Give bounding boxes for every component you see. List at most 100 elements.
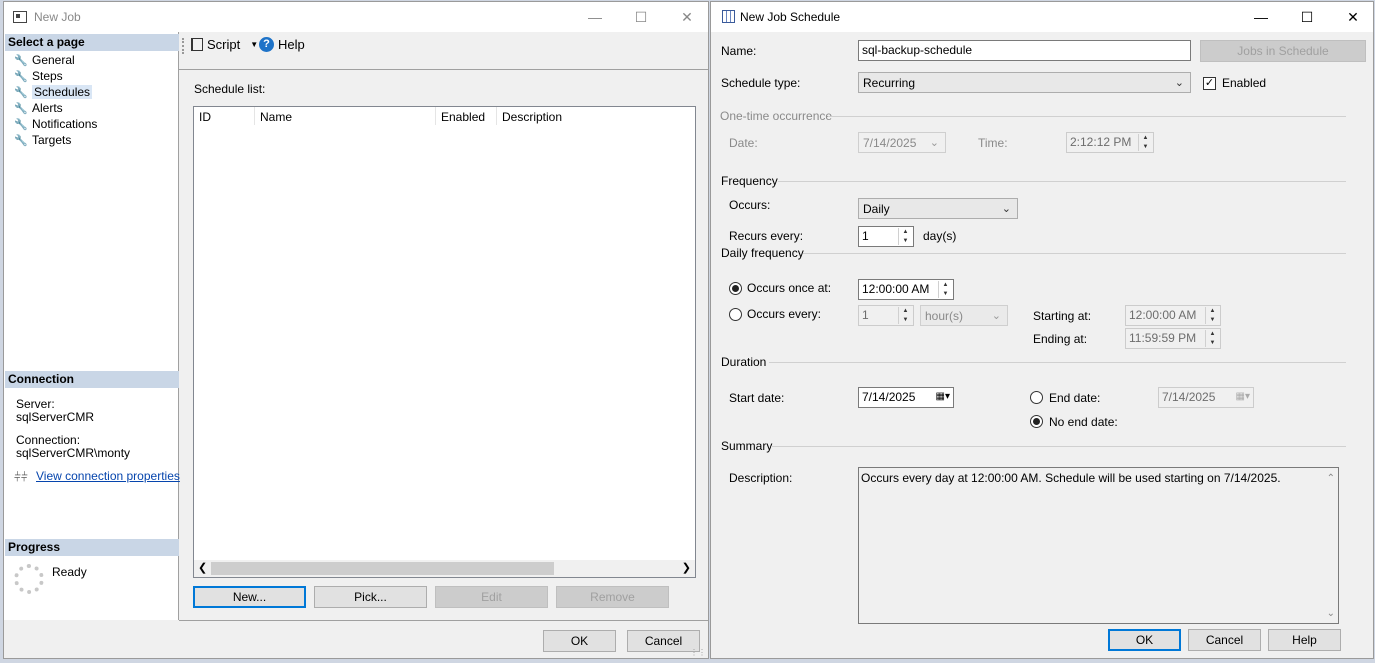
occurs-once-radio[interactable] (729, 282, 742, 295)
column-header-id[interactable]: ID (199, 110, 211, 124)
one-time-date-value: 7/14/2025 (863, 136, 917, 150)
occurs-every-label: Occurs every: (747, 307, 822, 321)
schedule-type-select[interactable]: Recurring ⌄ (858, 72, 1191, 93)
column-divider (435, 107, 436, 125)
minimize-icon[interactable]: — (572, 2, 618, 32)
end-date-radio[interactable] (1030, 391, 1043, 404)
frequency-header: Frequency (721, 174, 778, 188)
calendar-dropdown-icon[interactable]: ▦▾ (1236, 391, 1250, 402)
frequency-divider (778, 181, 1346, 182)
one-time-time-value: 2:12:12 PM (1070, 135, 1132, 149)
nav-item-notifications[interactable]: 🔧 Notifications (14, 117, 97, 131)
chevron-down-icon: ⌄ (1001, 203, 1011, 215)
minimize-icon[interactable]: — (1238, 2, 1284, 32)
scrollbar-thumb[interactable] (211, 562, 554, 575)
wrench-icon: 🔧 (14, 86, 28, 99)
time-spinner-icon[interactable]: ▲ ▼ (1138, 134, 1152, 151)
resize-grip-icon[interactable]: ⋮⋮ (690, 648, 706, 657)
column-header-description[interactable]: Description (502, 110, 562, 124)
horizontal-scrollbar[interactable]: ❮ ❯ (194, 560, 695, 577)
nav-item-alerts[interactable]: 🔧 Alerts (14, 101, 63, 115)
no-end-date-radio[interactable] (1030, 415, 1043, 428)
occurs-every-value: 1 (862, 308, 869, 322)
help-button[interactable]: ? Help (259, 37, 305, 52)
description-textarea[interactable]: Occurs every day at 12:00:00 AM. Schedul… (858, 467, 1339, 624)
starting-at-input[interactable]: 12:00:00 AM ▲ ▼ (1125, 305, 1221, 326)
occurs-every-input[interactable]: 1 ▲ ▼ (858, 305, 914, 326)
new-schedule-button[interactable]: New... (193, 586, 306, 608)
recurs-unit: day(s) (923, 229, 957, 243)
nav-item-schedules[interactable]: 🔧 Schedules (14, 85, 93, 99)
jobs-in-schedule-button[interactable]: Jobs in Schedule (1200, 40, 1366, 62)
column-header-name[interactable]: Name (260, 110, 292, 124)
help-icon: ? (259, 37, 274, 52)
occurs-once-time-input[interactable]: 12:00:00 AM ▲ ▼ (858, 279, 954, 300)
column-header-enabled[interactable]: Enabled (441, 110, 485, 124)
toolbar: Script ▼ ? Help (179, 32, 708, 70)
occurs-every-unit-select[interactable]: hour(s) ⌄ (920, 305, 1008, 326)
scroll-down-icon[interactable]: ⌄ (1327, 607, 1335, 621)
schedule-cancel-button[interactable]: Cancel (1188, 629, 1261, 651)
ok-button[interactable]: OK (543, 630, 616, 652)
calendar-dropdown-icon[interactable]: ▦▾ (936, 391, 950, 402)
remove-schedule-button[interactable]: Remove (556, 586, 669, 608)
close-icon[interactable]: ✕ (664, 2, 710, 32)
one-time-time-input[interactable]: 2:12:12 PM ▲ ▼ (1066, 132, 1154, 153)
every-spinner-icon[interactable]: ▲ ▼ (898, 307, 912, 324)
schedule-ok-button[interactable]: OK (1108, 629, 1181, 651)
time-spinner-icon[interactable]: ▲ ▼ (1205, 330, 1219, 347)
recurs-every-value: 1 (862, 229, 869, 243)
ending-at-input[interactable]: 11:59:59 PM ▲ ▼ (1125, 328, 1221, 349)
server-value: sqlServerCMR (16, 410, 95, 424)
scroll-right-icon[interactable]: ❯ (682, 561, 691, 574)
help-label: Help (278, 37, 305, 52)
duration-header: Duration (721, 355, 767, 369)
pick-schedule-button[interactable]: Pick... (314, 586, 427, 608)
edit-schedule-button[interactable]: Edit (435, 586, 548, 608)
schedule-help-button[interactable]: Help (1268, 629, 1341, 651)
time-spinner-icon[interactable]: ▲ ▼ (1205, 307, 1219, 324)
connection-value: sqlServerCMR\monty (16, 446, 131, 460)
enabled-checkbox[interactable]: ✓ (1203, 77, 1216, 90)
daily-frequency-header: Daily frequency (721, 246, 804, 260)
start-date-value: 7/14/2025 (862, 390, 916, 404)
scroll-up-icon[interactable]: ⌃ (1327, 472, 1335, 486)
occurs-once-time-value: 12:00:00 AM (862, 282, 930, 296)
close-icon[interactable]: ✕ (1330, 2, 1375, 32)
nav-item-label: Alerts (32, 101, 63, 115)
starting-at-label: Starting at: (1033, 309, 1092, 323)
maximize-icon[interactable]: ☐ (1284, 2, 1330, 32)
wrench-icon: 🔧 (14, 134, 28, 147)
chevron-down-icon: ⌄ (991, 310, 1001, 322)
end-date-label: End date: (1049, 391, 1101, 405)
occurs-value: Daily (863, 202, 890, 216)
script-button[interactable]: Script ▼ (191, 37, 258, 52)
duration-divider (769, 362, 1346, 363)
nav-item-targets[interactable]: 🔧 Targets (14, 133, 71, 147)
nav-item-label: Notifications (32, 117, 98, 131)
nav-item-steps[interactable]: 🔧 Steps (14, 69, 63, 83)
scroll-left-icon[interactable]: ❮ (198, 561, 207, 574)
nav-item-label: Steps (32, 69, 63, 83)
end-date-picker[interactable]: 7/14/2025 ▦▾ (1158, 387, 1254, 408)
script-icon (191, 38, 203, 51)
view-connection-properties-link[interactable]: View connection properties (36, 469, 180, 483)
summary-header: Summary (721, 439, 773, 453)
nav-item-label: General (32, 53, 75, 67)
window-app-icon (13, 11, 27, 23)
starting-at-value: 12:00:00 AM (1129, 308, 1197, 322)
name-input[interactable]: sql-backup-schedule (858, 40, 1191, 61)
recurs-every-input[interactable]: 1 ▲ ▼ (858, 226, 914, 247)
occurs-select[interactable]: Daily ⌄ (858, 198, 1018, 219)
one-time-date-picker[interactable]: 7/14/2025 ⌄ (858, 132, 946, 153)
name-label: Name: (721, 44, 757, 58)
new-job-title: New Job (34, 10, 81, 24)
occurs-every-radio[interactable] (729, 308, 742, 321)
nav-item-general[interactable]: 🔧 General (14, 53, 75, 67)
start-date-picker[interactable]: 7/14/2025 ▦▾ (858, 387, 954, 408)
maximize-icon[interactable]: ☐ (618, 2, 664, 32)
schedule-list[interactable]: ID Name Enabled Description ❮ ❯ (193, 106, 696, 578)
recurs-spinner-icon[interactable]: ▲ ▼ (898, 228, 912, 245)
enabled-label: Enabled (1222, 76, 1267, 90)
time-spinner-icon[interactable]: ▲ ▼ (938, 281, 952, 298)
